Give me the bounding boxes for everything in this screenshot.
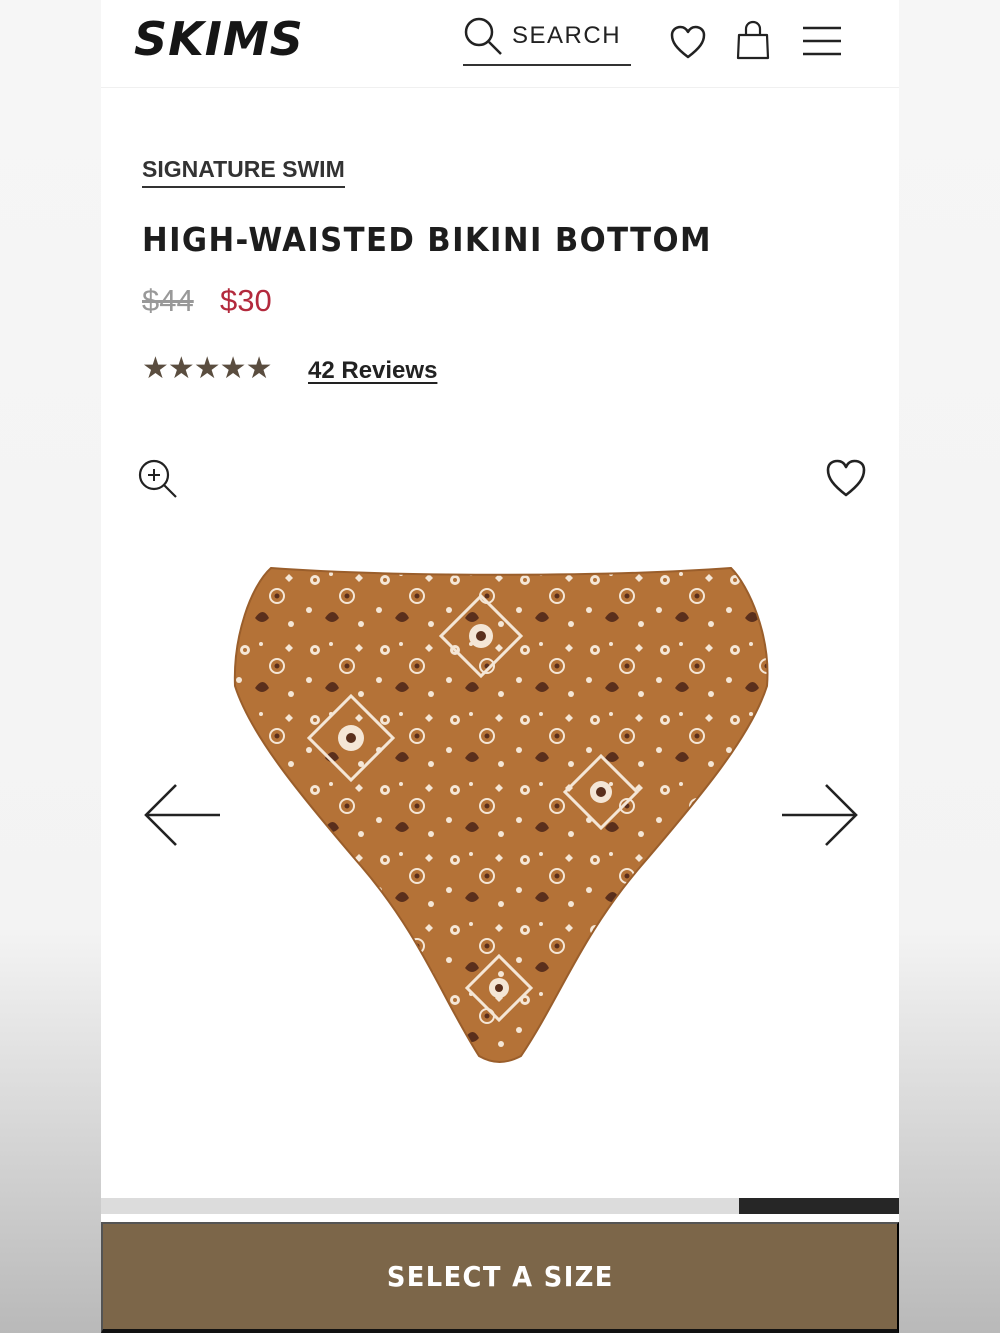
site-header: SKIMS SEARCH	[101, 0, 899, 88]
favorite-heart-icon[interactable]	[825, 458, 867, 498]
star-rating: ★★★★★	[142, 352, 272, 385]
search-label: SEARCH	[512, 22, 622, 49]
skims-logo[interactable]: SKIMS	[134, 12, 304, 66]
arrow-left-icon[interactable]	[143, 782, 223, 848]
wishlist-heart-icon[interactable]	[669, 24, 707, 60]
product-title: HIGH-WAISTED BIKINI BOTTOM	[142, 220, 712, 259]
menu-icon[interactable]	[801, 24, 843, 58]
original-price: $44	[142, 283, 194, 318]
product-image[interactable]	[231, 566, 771, 1066]
search-bar[interactable]: SEARCH	[463, 14, 631, 66]
gallery-progress-fill	[739, 1198, 899, 1214]
product-page: SKIMS SEARCH SIGNATURE SWIM HIGH-WAISTED…	[101, 0, 899, 1333]
select-size-button[interactable]: SELECT A SIZE	[101, 1222, 899, 1333]
product-gallery	[101, 430, 899, 1200]
zoom-in-icon[interactable]	[137, 458, 179, 500]
shopping-bag-icon[interactable]	[735, 20, 771, 60]
sale-price: $30	[220, 283, 272, 318]
select-size-label: SELECT A SIZE	[386, 1260, 614, 1293]
breadcrumb[interactable]: SIGNATURE SWIM	[142, 156, 345, 188]
search-icon	[464, 17, 502, 55]
arrow-right-icon[interactable]	[779, 782, 859, 848]
reviews-link[interactable]: 42 Reviews	[308, 357, 437, 385]
gallery-progress-bar	[101, 1198, 899, 1214]
